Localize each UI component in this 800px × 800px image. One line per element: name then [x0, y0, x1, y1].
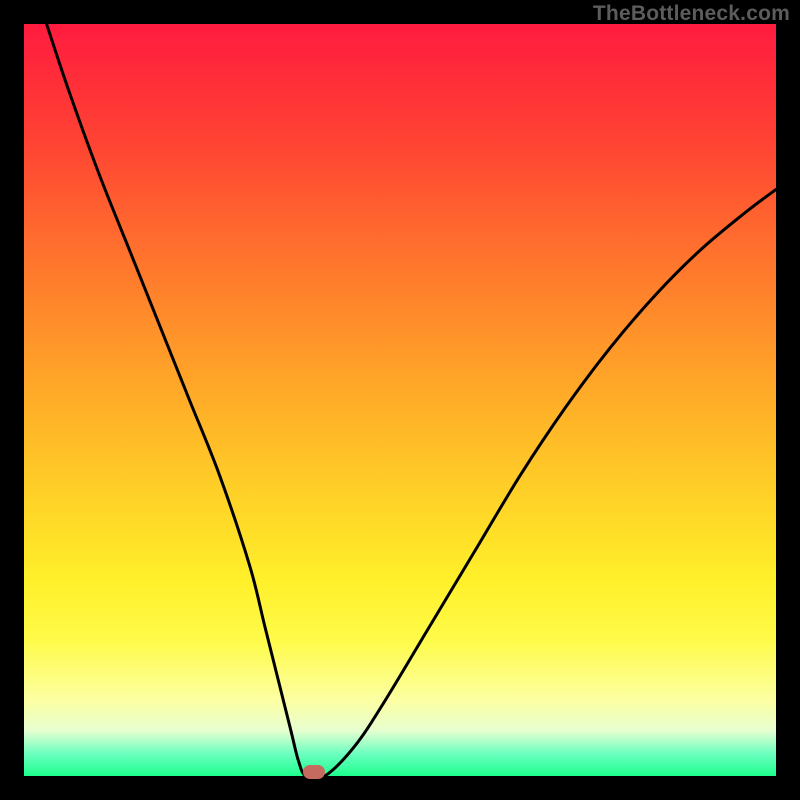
- watermark-text: TheBottleneck.com: [593, 2, 790, 26]
- bottleneck-curve: [24, 24, 776, 776]
- curve-path: [47, 24, 776, 779]
- chart-frame: TheBottleneck.com: [0, 0, 800, 800]
- optimal-point-marker: [303, 765, 325, 779]
